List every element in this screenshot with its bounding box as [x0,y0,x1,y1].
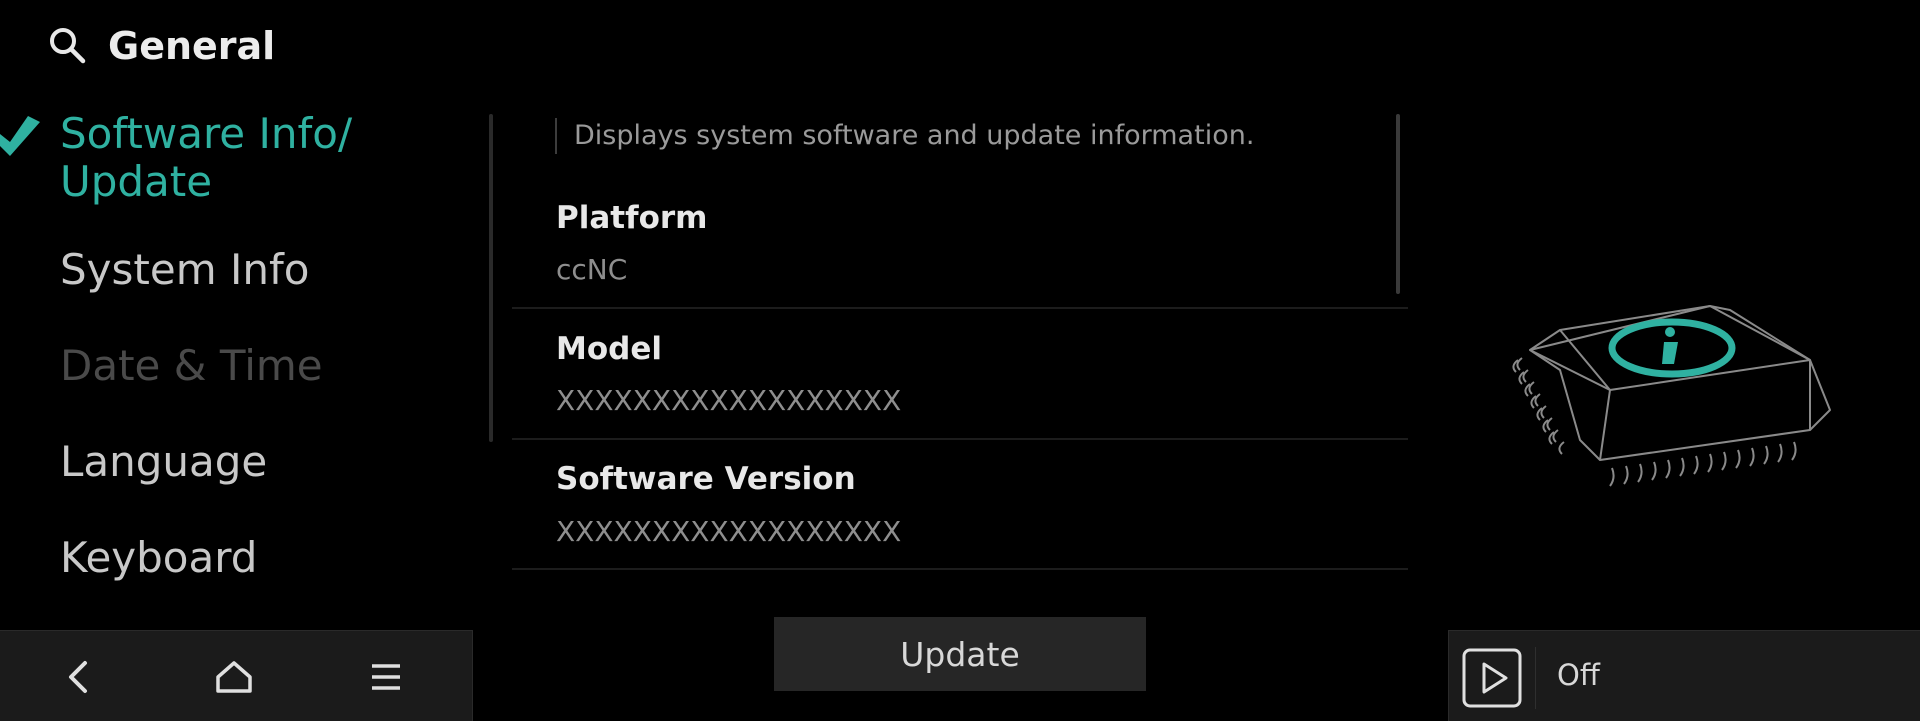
platform-value: ccNC [556,253,628,286]
chip-info-icon [1512,305,1831,487]
home-icon [216,661,252,693]
sidebar-item-label-line2: Update [60,157,213,206]
software-version-value: XXXXXXXXXXXXXXXXXX [556,515,902,548]
home-button[interactable] [206,649,262,705]
software-version-label: Software Version [556,461,856,497]
model-label: Model [556,331,662,367]
check-icon [0,116,40,156]
menu-button[interactable] [358,649,414,705]
divider [512,307,1408,309]
description-bar [555,118,557,154]
search-icon[interactable] [46,24,88,66]
menu-icon [372,664,400,690]
media-bar: Off [1448,630,1920,721]
sidebar-item-date-time: Date & Time [60,341,323,390]
back-icon [69,661,87,693]
sidebar-item-system-info[interactable]: System Info [60,246,309,294]
play-icon [1462,648,1522,708]
update-button[interactable]: Update [774,617,1146,691]
media-status: Off [1557,658,1600,692]
menu-scrollbar[interactable] [489,114,493,442]
sidebar-item-software-info-update[interactable]: Software Info/ Update [60,110,352,206]
detail-scrollbar[interactable] [1396,114,1400,294]
model-value: XXXXXXXXXXXXXXXXXX [556,384,902,417]
description-text: Displays system software and update info… [574,120,1255,151]
sidebar-item-language[interactable]: Language [60,438,267,486]
page-title: General [108,24,276,68]
divider [512,568,1408,570]
media-play-button[interactable] [1461,647,1536,709]
sidebar-item-label: Software Info/ [60,109,353,158]
bottom-nav-bar [0,630,473,721]
sidebar-item-keyboard[interactable]: Keyboard [60,534,257,582]
divider [512,438,1408,440]
platform-label: Platform [556,200,708,236]
back-button[interactable] [52,649,108,705]
